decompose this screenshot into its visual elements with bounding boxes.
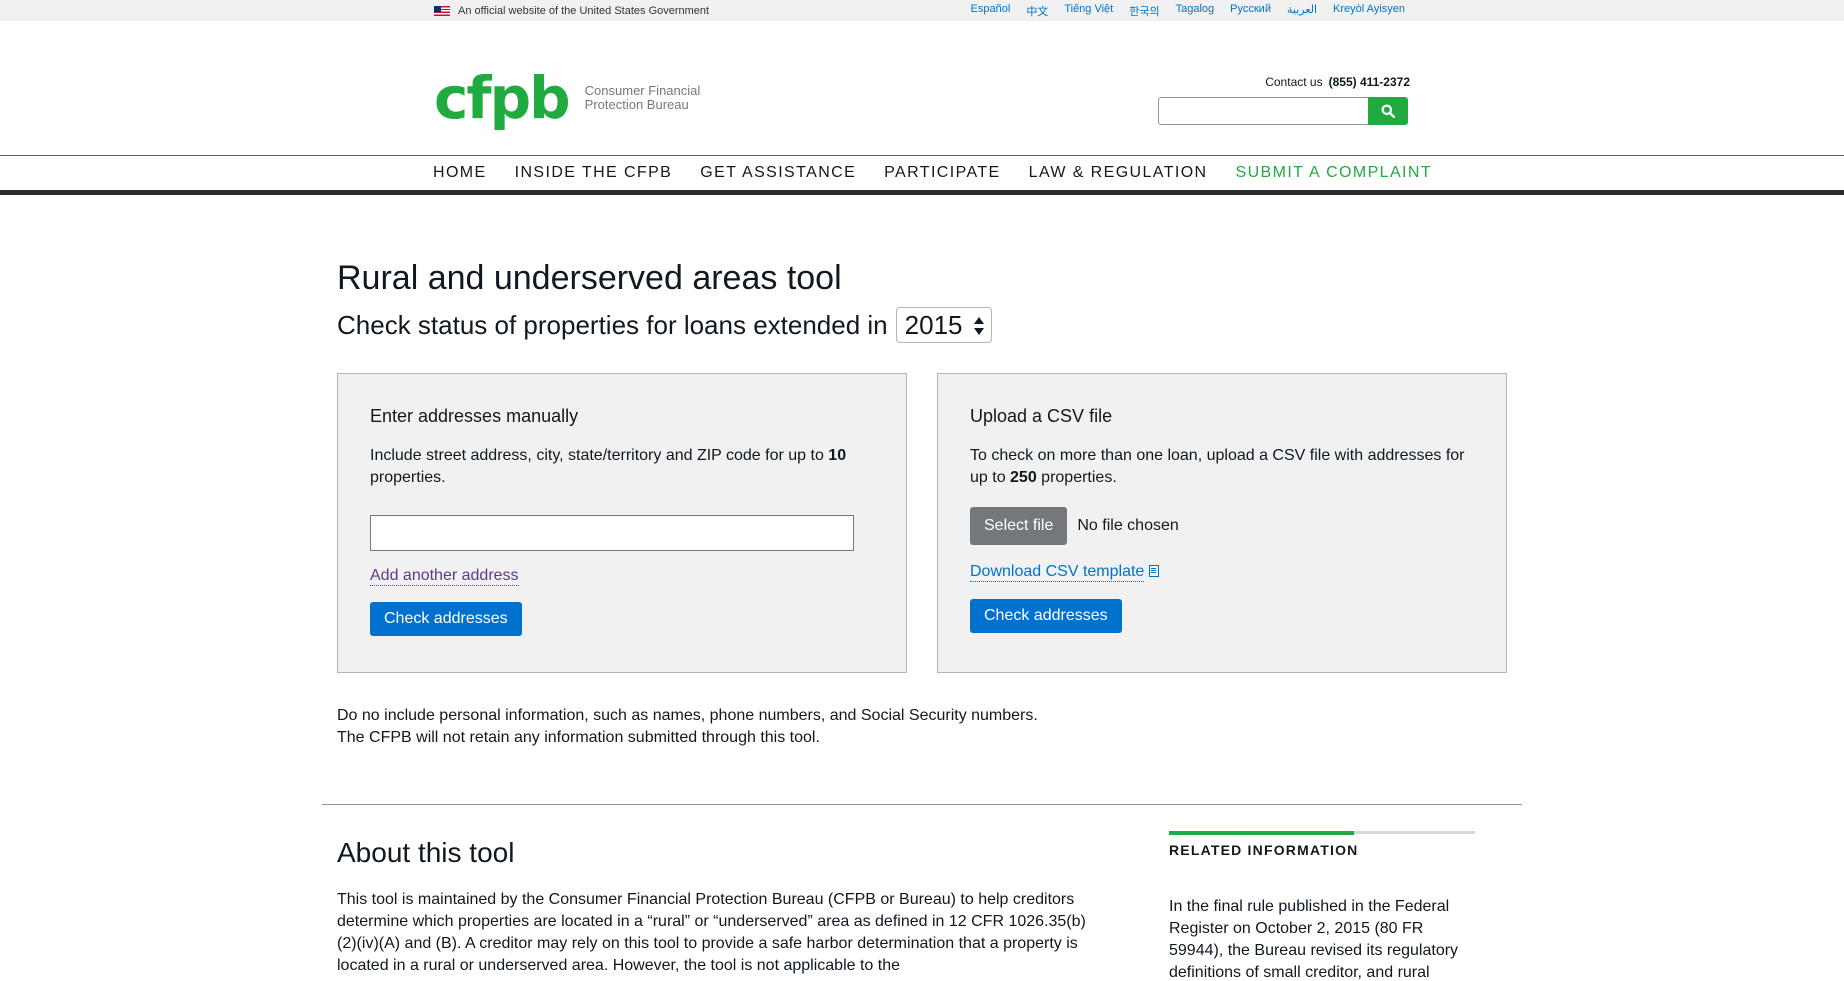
related-information: RELATED INFORMATION In the final rule pu…: [1169, 831, 1475, 981]
about-title: About this tool: [337, 837, 515, 868]
contact-info: Contact us (855) 411-2372: [1265, 75, 1410, 89]
nav-item-participate[interactable]: PARTICIPATE: [884, 164, 1000, 182]
select-arrows-icon: [973, 317, 984, 335]
file-picker: Select file No file chosen: [970, 507, 1474, 545]
search-icon: [1381, 104, 1395, 118]
cfpb-logo[interactable]: cfpb Consumer Financial Protection Burea…: [434, 69, 700, 127]
year-select[interactable]: 2015: [895, 307, 992, 343]
csv-upload-description: To check on more than one loan, upload a…: [970, 447, 1465, 486]
check-addresses-manual-button[interactable]: Check addresses: [370, 602, 522, 636]
section-divider: [322, 804, 1522, 805]
download-csv-template-link[interactable]: Download CSV template: [970, 563, 1145, 582]
nav-item-law-regulation[interactable]: LAW & REGULATION: [1029, 164, 1208, 182]
lang-link-korean[interactable]: 한국의: [1129, 3, 1159, 19]
nav-item-submit-complaint[interactable]: SUBMIT A COMPLAINT: [1236, 164, 1433, 182]
nav-item-get-assistance[interactable]: GET ASSISTANCE: [700, 164, 856, 182]
us-flag-icon: [434, 5, 450, 16]
manual-entry-heading: Enter addresses manually: [370, 406, 579, 426]
privacy-notice: Do no include personal information, such…: [337, 707, 1038, 746]
select-file-button[interactable]: Select file: [970, 507, 1068, 545]
lang-link-tagalog[interactable]: Tagalog: [1176, 3, 1215, 19]
contact-phone[interactable]: (855) 411-2372: [1329, 75, 1410, 89]
search-input[interactable]: [1158, 97, 1368, 125]
about-text: This tool is maintained by the Consumer …: [337, 891, 1086, 974]
manual-entry-description: Include street address, city, state/terr…: [370, 447, 847, 486]
csv-upload-panel: Upload a CSV file To check on more than …: [937, 373, 1507, 673]
add-address-link[interactable]: Add another address: [370, 567, 519, 586]
page-title: Rural and underserved areas tool: [337, 259, 842, 297]
site-search: [1158, 97, 1408, 125]
nav-item-home[interactable]: HOME: [433, 164, 487, 182]
logo-mark: cfpb: [434, 64, 571, 132]
language-links: Español 中文 Tiếng Việt 한국의 Tagalog Русски…: [971, 3, 1405, 19]
nav-item-inside-the-cfpb[interactable]: INSIDE THE CFPB: [515, 164, 673, 182]
logo-text: Consumer Financial Protection Bureau: [584, 83, 701, 112]
related-text: In the final rule published in the Feder…: [1169, 898, 1459, 981]
loan-year-row: Check status of properties for loans ext…: [337, 307, 992, 343]
csv-upload-heading: Upload a CSV file: [970, 406, 1113, 426]
lang-link-haitian-creole[interactable]: Kreyòl Ayisyen: [1333, 3, 1405, 19]
lang-link-spanish[interactable]: Español: [971, 3, 1011, 19]
lang-link-chinese[interactable]: 中文: [1026, 3, 1048, 19]
search-button[interactable]: [1368, 97, 1408, 125]
gov-banner: An official website of the United States…: [0, 0, 1844, 21]
lang-link-vietnamese[interactable]: Tiếng Việt: [1064, 3, 1113, 19]
file-status: No file chosen: [1077, 517, 1179, 534]
lang-link-arabic[interactable]: العربية: [1287, 3, 1317, 19]
site-header: cfpb Consumer Financial Protection Burea…: [0, 21, 1844, 155]
contact-label: Contact us: [1265, 75, 1323, 89]
gov-banner-text: An official website of the United States…: [458, 4, 710, 17]
lang-link-russian[interactable]: Русский: [1230, 3, 1271, 19]
address-input[interactable]: [370, 515, 854, 551]
check-addresses-csv-button[interactable]: Check addresses: [970, 599, 1122, 633]
related-accent-bar: [1169, 831, 1475, 835]
year-select-value: 2015: [904, 309, 963, 340]
related-heading: RELATED INFORMATION: [1169, 842, 1359, 858]
loan-year-label: Check status of properties for loans ext…: [337, 309, 888, 340]
manual-entry-panel: Enter addresses manually Include street …: [337, 373, 907, 673]
document-icon: [1149, 565, 1160, 577]
main-nav: HOME INSIDE THE CFPB GET ASSISTANCE PART…: [0, 155, 1844, 195]
